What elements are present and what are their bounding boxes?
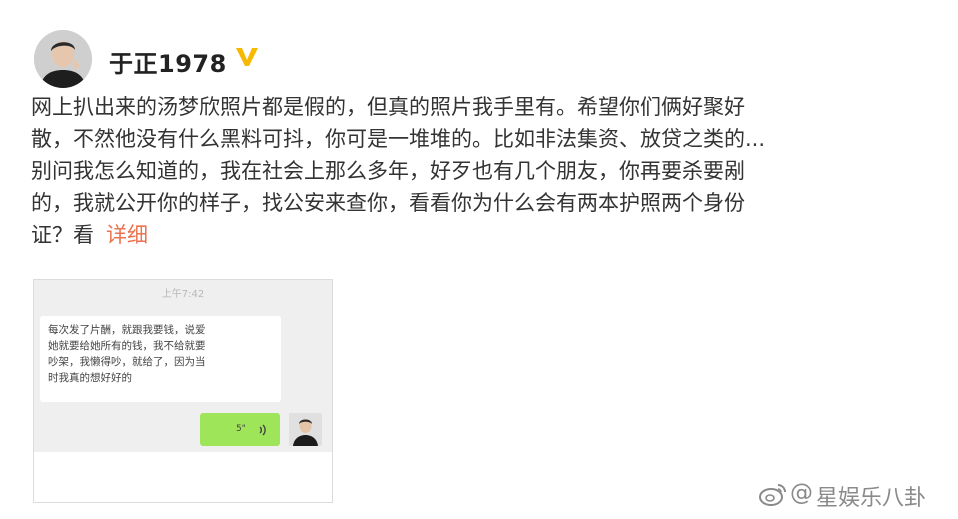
weibo-post: 于正1978 网上扒出来的汤梦欣照片都是假的，但真的照片我手里有。希望你们俩好聚… bbox=[0, 0, 958, 519]
avatar[interactable] bbox=[34, 30, 92, 88]
weibo-logo-icon bbox=[758, 481, 788, 507]
post-content: 网上扒出来的汤梦欣照片都是假的，但真的照片我手里有。希望你们俩好聚好 散，不然他… bbox=[31, 91, 931, 251]
post-content-line: 散，不然他没有什么黑料可抖，你可是一堆堆的。比如非法集资、放贷之类的... bbox=[31, 127, 766, 151]
voice-message-bubble: 5" bbox=[200, 413, 280, 446]
chat-message-bubble: 每次发了片酬，就跟我要钱，说爱 她就要给她所有的钱，我不给就要 吵架，我懒得吵，… bbox=[40, 316, 281, 402]
post-content-line: 的，我就公开你的样子，找公安来查你，看看你为什么会有两本护照两个身份 bbox=[31, 191, 745, 215]
chat-message-line: 吵架，我懒得吵，就给了，因为当 bbox=[48, 356, 206, 368]
username[interactable]: 于正1978 bbox=[109, 44, 227, 79]
post-content-line: 网上扒出来的汤梦欣照片都是假的，但真的照片我手里有。希望你们俩好聚好 bbox=[31, 95, 745, 119]
more-link[interactable]: 详细 bbox=[106, 223, 148, 247]
chat-message-line: 她就要给她所有的钱，我不给就要 bbox=[48, 340, 206, 352]
chat-message-line: 时我真的想好好的 bbox=[48, 372, 132, 384]
post-content-line-last: 证？看 详细 bbox=[31, 219, 931, 251]
post-content-line: 别问我怎么知道的，我在社会上那么多年，好歹也有几个朋友，你再要杀要剐 bbox=[31, 159, 745, 183]
watermark-name: 星娱乐八卦 bbox=[816, 486, 927, 511]
chat-screenshot: 上午7:42 每次发了片酬，就跟我要钱，说爱 她就要给她所有的钱，我不给就要 吵… bbox=[34, 280, 332, 452]
verified-icon bbox=[234, 44, 260, 70]
chat-message-line: 每次发了片酬，就跟我要钱，说爱 bbox=[48, 324, 206, 336]
voice-icon bbox=[258, 423, 270, 440]
post-content-tail: 证？看 bbox=[31, 223, 94, 247]
chat-avatar bbox=[289, 413, 322, 446]
voice-duration: 5" bbox=[236, 424, 246, 434]
post-image[interactable]: 上午7:42 每次发了片酬，就跟我要钱，说爱 她就要给她所有的钱，我不给就要 吵… bbox=[33, 279, 333, 503]
watermark-at: @ bbox=[790, 480, 813, 506]
chat-time: 上午7:42 bbox=[161, 289, 205, 300]
